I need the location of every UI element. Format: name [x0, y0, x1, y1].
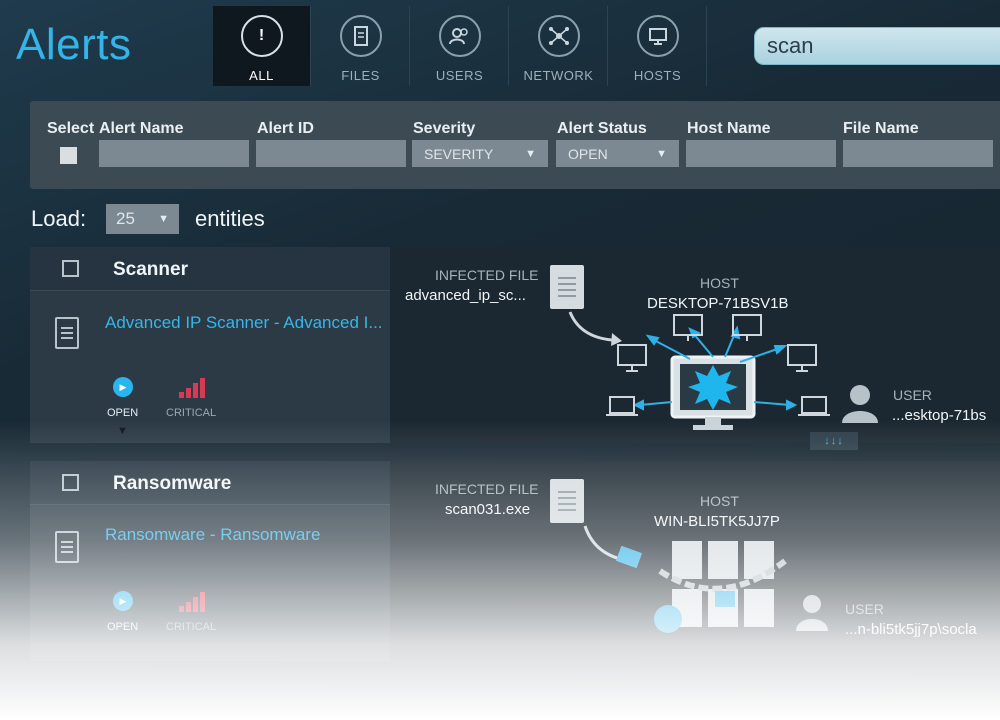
alert-graph-panel: INFECTED FILE advanced_ip_sc... HOST DES…	[390, 247, 1000, 450]
alert-category: Scanner	[113, 259, 188, 280]
alert-name-label: Alert Name	[99, 120, 184, 137]
alert-card-left[interactable]: Ransomware Ransomware - Ransomware ▶ OPE…	[30, 461, 390, 661]
alert-card-header: Scanner	[30, 247, 390, 291]
alert-name-link[interactable]: Advanced IP Scanner - Advanced I...	[105, 313, 405, 333]
tab-label: HOSTS	[633, 68, 682, 83]
tab-label: FILES	[341, 68, 380, 83]
alert-id-label: Alert ID	[257, 120, 314, 137]
network-icon	[537, 15, 580, 57]
severity-label: CRITICAL	[166, 621, 217, 633]
alert-checkbox[interactable]	[62, 474, 79, 491]
alert-graph-panel: INFECTED FILE scan031.exe HOST WIN-BLI5T…	[390, 461, 1000, 661]
tab-all[interactable]: ! ALL	[213, 6, 311, 86]
tab-users[interactable]: USERS	[411, 6, 509, 86]
alert-status-label: Alert Status	[557, 120, 647, 137]
chevron-down-icon[interactable]: ▼	[117, 425, 128, 437]
play-icon[interactable]: ▶	[113, 591, 133, 611]
load-count-select[interactable]: 25 ▼	[106, 204, 179, 234]
host-name-label: Host Name	[687, 120, 771, 137]
alert-card-header: Ransomware	[30, 461, 390, 505]
user-name[interactable]: ...n-bli5tk5jj7p\socla	[845, 621, 977, 638]
alert-icon: !	[240, 15, 283, 57]
file-name-field[interactable]	[843, 140, 993, 167]
severity-select[interactable]: SEVERITY ▼	[412, 140, 548, 167]
tab-files[interactable]: FILES	[312, 6, 410, 86]
file-icon	[55, 317, 79, 349]
entities-label: entities	[195, 206, 265, 231]
user-name[interactable]: ...esktop-71bs	[892, 407, 986, 424]
user-label: USER	[845, 601, 884, 617]
alert-card-left[interactable]: Scanner Advanced IP Scanner - Advanced I…	[30, 247, 390, 443]
load-count-value: 25	[116, 209, 135, 228]
page-title: Alerts	[16, 20, 132, 69]
host-name-field[interactable]	[686, 140, 836, 167]
severity-bars-icon	[179, 592, 207, 612]
alert-checkbox[interactable]	[62, 260, 79, 277]
alert-id-field[interactable]	[256, 140, 406, 167]
alert-status-value: OPEN	[568, 145, 608, 162]
status-label: OPEN	[107, 621, 139, 633]
load-label: Load:	[31, 206, 87, 231]
select-label: Select	[47, 120, 95, 137]
alert-name-link[interactable]: Ransomware - Ransomware	[105, 525, 405, 545]
alert-category: Ransomware	[113, 473, 232, 494]
severity-label: Severity	[413, 120, 476, 137]
alert-status-select[interactable]: OPEN ▼	[556, 140, 679, 167]
users-icon	[438, 15, 481, 57]
chevron-down-icon: ▼	[656, 147, 667, 160]
tab-label: NETWORK	[523, 68, 594, 83]
select-all-checkbox[interactable]	[60, 147, 77, 164]
hosts-icon	[636, 15, 679, 57]
file-icon	[55, 531, 79, 563]
file-name-label: File Name	[843, 120, 919, 137]
status-label: OPEN	[107, 407, 139, 419]
severity-bars-icon	[179, 378, 207, 398]
alert-name-field[interactable]	[99, 140, 249, 167]
tab-network[interactable]: NETWORK	[510, 6, 608, 86]
tab-label: USERS	[435, 68, 484, 83]
tab-hosts[interactable]: HOSTS	[609, 6, 707, 86]
chevron-down-icon: ▼	[158, 213, 169, 225]
expand-button[interactable]: ↓↓↓	[810, 432, 858, 450]
severity-value: SEVERITY	[424, 145, 494, 162]
severity-label: CRITICAL	[166, 407, 217, 419]
search-input[interactable]	[754, 27, 1000, 65]
file-icon	[339, 15, 382, 57]
user-label: USER	[893, 387, 932, 403]
chevron-down-icon: ▼	[525, 147, 536, 160]
play-icon[interactable]: ▶	[113, 377, 133, 397]
tab-label: ALL	[249, 68, 274, 83]
